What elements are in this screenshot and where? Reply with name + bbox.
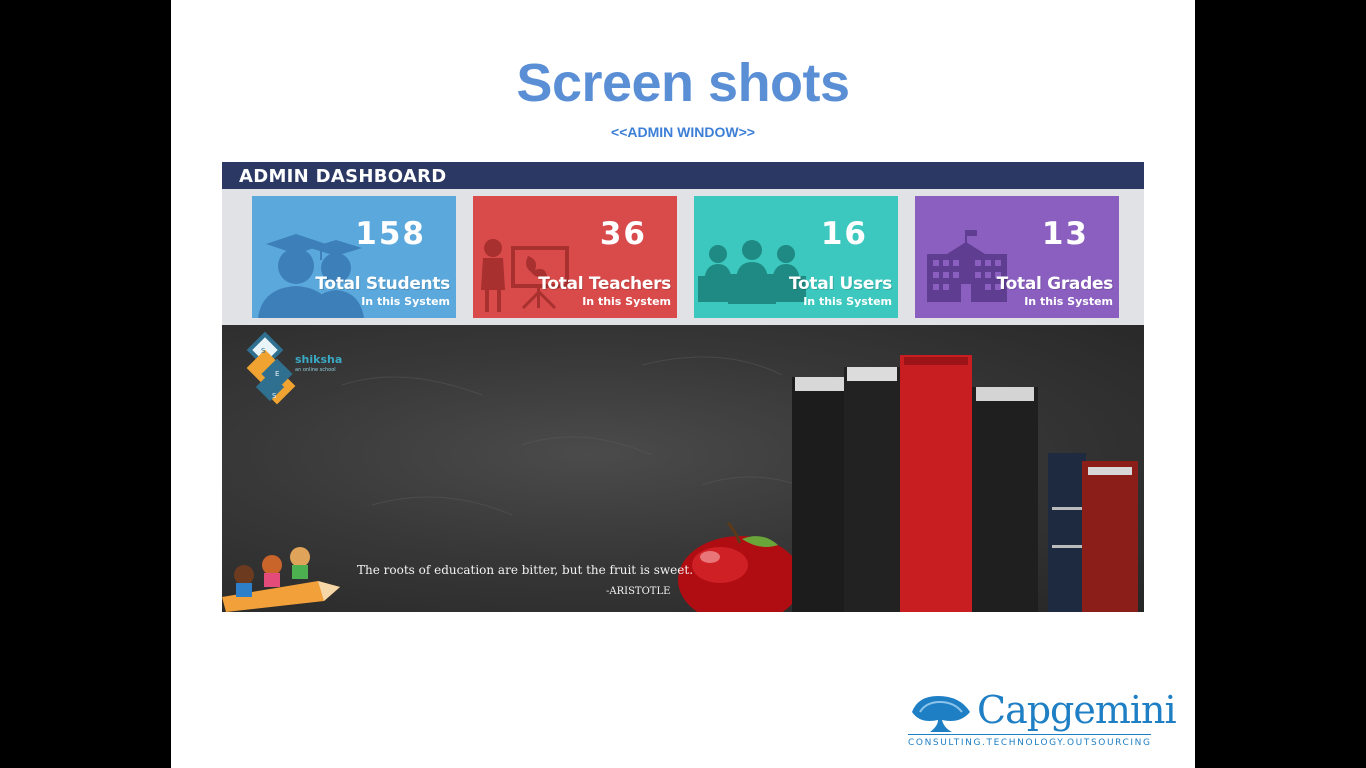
capgemini-logo: Capgemini CONSULTING.TECHNOLOGY.OUTSOURC… xyxy=(908,688,1177,754)
dashboard-banner: S E S shiksha an online school The roots… xyxy=(222,325,1144,612)
capgemini-rule xyxy=(908,734,1151,735)
stat-sublabel: In this System xyxy=(803,295,892,308)
stat-value: 16 xyxy=(820,216,868,252)
stat-sublabel: In this System xyxy=(1024,295,1113,308)
stat-label: Total Grades xyxy=(996,274,1114,294)
stat-card-teachers[interactable]: 36 Total Teachers In this System xyxy=(473,196,677,318)
stat-label: Total Users xyxy=(788,274,892,294)
capgemini-tagline: CONSULTING.TECHNOLOGY.OUTSOURCING xyxy=(908,738,1152,748)
admin-dashboard: ADMIN DASHBOARD 158 Total Students In th… xyxy=(222,162,1144,612)
apple-icon xyxy=(678,521,802,612)
svg-text:S: S xyxy=(261,347,266,355)
shiksha-logo-tagline: an online school xyxy=(295,367,336,373)
dashboard-header: ADMIN DASHBOARD xyxy=(222,162,1144,189)
stat-value: 36 xyxy=(599,216,647,252)
kids-pencil-icon xyxy=(222,547,340,612)
shiksha-logo-icon: S E S xyxy=(246,331,296,405)
svg-text:E: E xyxy=(275,370,279,378)
stat-card-grades[interactable]: 13 Total Grades In this System xyxy=(915,196,1119,318)
stat-sublabel: In this System xyxy=(582,295,671,308)
stat-value: 158 xyxy=(355,216,426,252)
stat-sublabel: In this System xyxy=(361,295,450,308)
svg-text:S: S xyxy=(272,392,277,400)
stat-label: Total Teachers xyxy=(538,274,671,294)
stat-card-users[interactable]: 16 Total Users In this System xyxy=(694,196,898,318)
books-icon xyxy=(792,355,1138,612)
slide: Screen shots <<ADMIN WINDOW>> ADMIN DASH… xyxy=(171,0,1195,768)
stat-label: Total Students xyxy=(315,274,450,294)
quote-text: The roots of education are bitter, but t… xyxy=(357,563,694,577)
quote-author: -ARISTOTLE xyxy=(606,586,671,597)
shiksha-logo-text: shiksha xyxy=(295,353,343,366)
capgemini-wordmark: Capgemini xyxy=(977,688,1177,732)
slide-subtitle: <<ADMIN WINDOW>> xyxy=(611,124,755,140)
stats-strip: 158 Total Students In this System 36 Tot… xyxy=(222,189,1144,325)
stat-card-students[interactable]: 158 Total Students In this System xyxy=(252,196,456,318)
slide-title: Screen shots xyxy=(516,53,850,113)
spade-icon xyxy=(912,696,970,732)
stat-value: 13 xyxy=(1041,216,1089,252)
